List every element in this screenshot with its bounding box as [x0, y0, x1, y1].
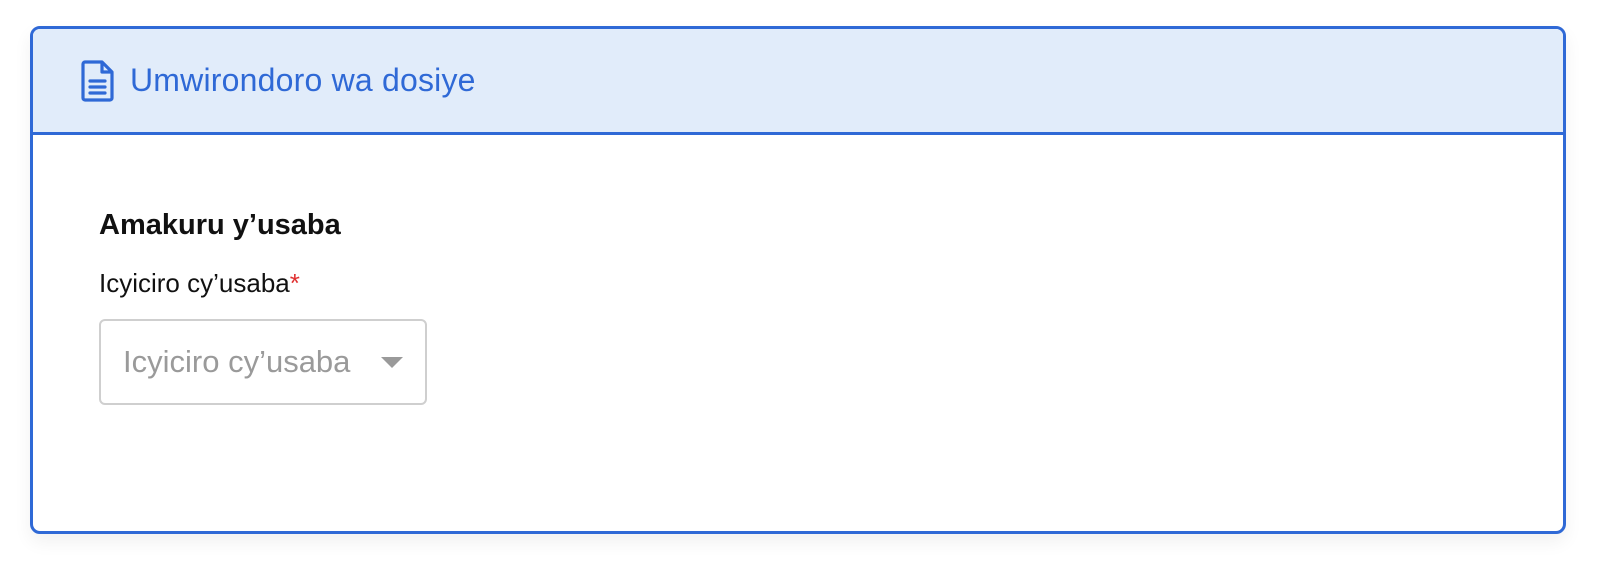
section-title: Amakuru y’usaba [99, 209, 341, 241]
file-profile-card: Umwirondoro wa dosiye Amakuru y’usaba Ic… [30, 26, 1566, 534]
applicant-category-select[interactable]: Icyiciro cy’usaba [99, 319, 427, 405]
card-title: Umwirondoro wa dosiye [130, 62, 476, 98]
applicant-category-label: Icyiciro cy’usaba* [99, 268, 1563, 299]
required-marker: * [289, 268, 300, 298]
select-placeholder: Icyiciro cy’usaba [123, 344, 351, 379]
caret-down-icon[interactable] [381, 356, 403, 368]
card-body: Amakuru y’usaba Icyiciro cy’usaba* Icyic… [33, 135, 1563, 405]
field-label-text: Icyiciro cy’usaba [99, 268, 290, 298]
file-text-icon [81, 59, 115, 102]
card-header: Umwirondoro wa dosiye [33, 29, 1563, 135]
